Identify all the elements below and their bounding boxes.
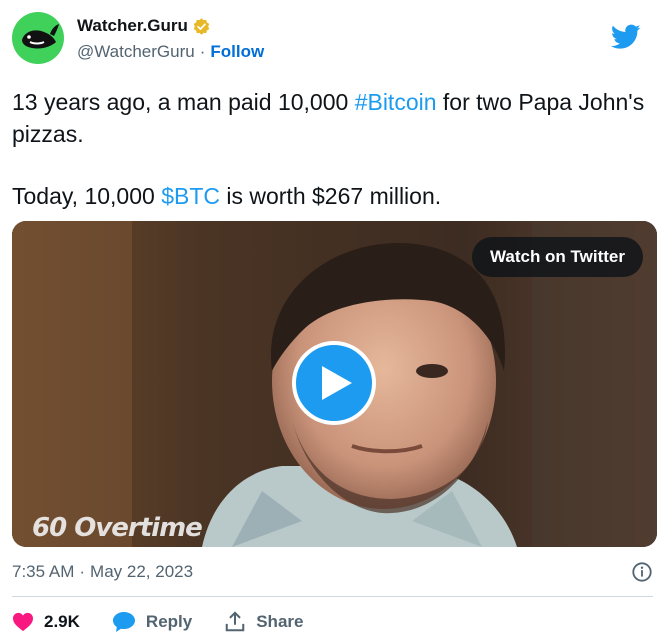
tweet-meta: 7:35 AM · May 22, 2023: [12, 560, 653, 584]
video-thumbnail[interactable]: Watch on Twitter 60 Overtime: [12, 221, 657, 547]
whale-logo-icon: [22, 24, 59, 49]
meta-separator: ·: [79, 562, 86, 581]
tweet-text-segment: is worth $267 million.: [219, 183, 442, 209]
avatar[interactable]: [12, 12, 64, 64]
reply-bubble-icon: [112, 612, 135, 632]
tweet-header: Watcher.Guru @WatcherGuru · Follow: [12, 12, 653, 64]
video-watermark: 60 Overtime: [32, 513, 203, 543]
reply-button[interactable]: Reply: [112, 611, 192, 633]
share-upload-icon: [225, 611, 245, 632]
play-icon: [322, 366, 352, 400]
info-icon[interactable]: [631, 561, 653, 583]
tweet-card: Watcher.Guru @WatcherGuru · Follow 13 ye…: [0, 0, 665, 641]
hashtag-bitcoin-link[interactable]: #Bitcoin: [355, 89, 437, 115]
like-count: 2.9K: [44, 612, 80, 631]
play-button[interactable]: [292, 341, 376, 425]
heart-icon: [13, 612, 33, 632]
share-button[interactable]: Share: [224, 611, 303, 633]
divider: [12, 596, 653, 597]
tweet-text-segment: Today, 10,000: [12, 183, 162, 209]
tweet-text-segment: 13 years ago, a man paid 10,000: [12, 89, 355, 115]
twitter-bird-icon[interactable]: [611, 24, 641, 50]
tweet-time[interactable]: 7:35 AM: [12, 562, 74, 582]
tweet-line-2: Today, 10,000 $BTC is worth $267 million…: [12, 180, 652, 212]
tweet-line-1: 13 years ago, a man paid 10,000 #Bitcoin…: [12, 86, 652, 150]
tweet-text: 13 years ago, a man paid 10,000 #Bitcoin…: [12, 86, 652, 212]
like-button[interactable]: 2.9K: [12, 612, 80, 632]
reply-label: Reply: [145, 612, 193, 631]
action-bar: 2.9K Reply Share: [12, 606, 335, 638]
tweet-date[interactable]: May 22, 2023: [90, 562, 193, 582]
author-name[interactable]: Watcher.Guru: [77, 16, 188, 36]
author-handle[interactable]: @WatcherGuru: [77, 42, 195, 62]
follow-button[interactable]: Follow: [210, 42, 264, 62]
watch-on-twitter-button[interactable]: Watch on Twitter: [471, 237, 643, 277]
author-block: Watcher.Guru @WatcherGuru · Follow: [77, 12, 264, 64]
share-label: Share: [256, 612, 304, 631]
handle-separator: ·: [199, 42, 206, 61]
cashtag-btc-link[interactable]: $BTC: [161, 183, 220, 209]
verified-badge-icon: [193, 17, 210, 35]
